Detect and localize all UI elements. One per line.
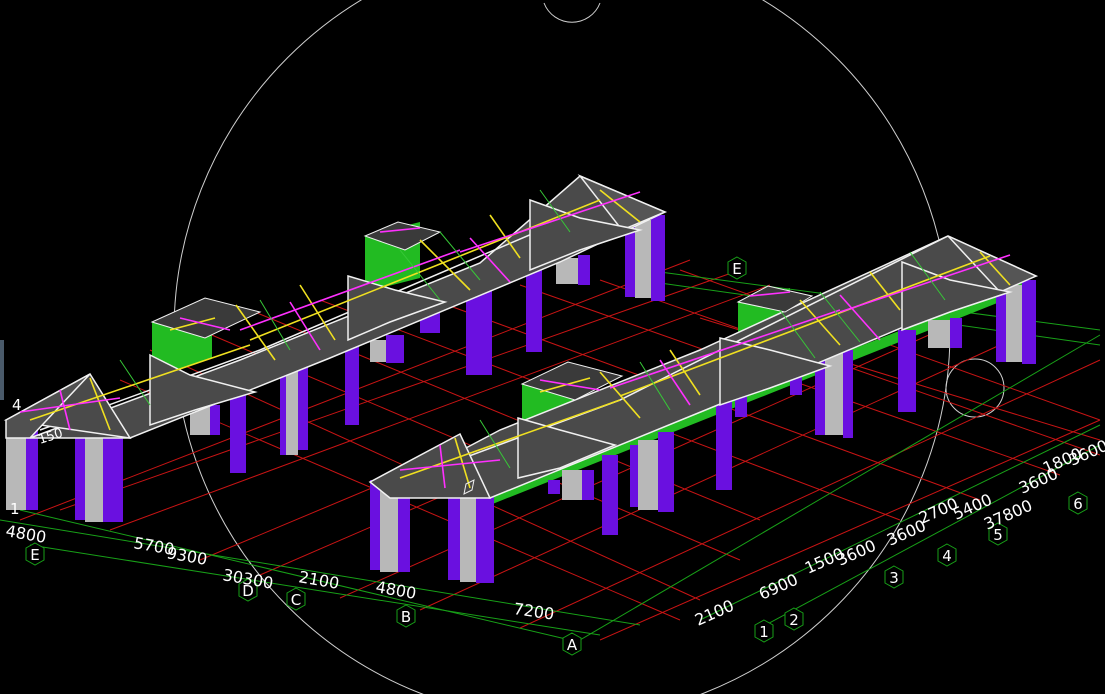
svg-text:A: A — [567, 636, 578, 654]
dim-2100-left: 2100 — [297, 567, 340, 593]
axis-bubble-3[interactable]: 3 — [884, 565, 904, 589]
svg-text:B: B — [401, 608, 411, 626]
dim-4800-mid: 4800 — [374, 577, 417, 603]
partial-label-1: 1 — [10, 500, 20, 518]
axis-bubble-1[interactable]: 1 — [754, 619, 774, 643]
svg-text:4: 4 — [942, 547, 952, 565]
svg-text:6: 6 — [1073, 495, 1083, 513]
model-canvas[interactable]: E E D C B A 1 2 3 4 5 6 4800 5700 9300 3… — [0, 0, 1105, 694]
axis-bubble-b[interactable]: B — [396, 604, 416, 628]
axis-bubble-a[interactable]: A — [562, 632, 582, 656]
svg-text:C: C — [291, 591, 301, 609]
axis-bubble-4[interactable]: 4 — [937, 543, 957, 567]
dim-9300: 9300 — [165, 543, 208, 569]
axis-bubble-6[interactable]: 6 — [1068, 491, 1088, 515]
svg-text:3: 3 — [889, 569, 899, 587]
dim-4800-left: 4800 — [4, 521, 47, 547]
dim-3600-d: 3600 — [1066, 436, 1105, 470]
dim-7200: 7200 — [512, 599, 555, 623]
svg-text:E: E — [30, 546, 39, 564]
svg-text:1: 1 — [759, 623, 769, 641]
dim-6900: 6900 — [756, 570, 801, 604]
dim-30300: 30300 — [221, 565, 274, 593]
axis-bubble-e-top[interactable]: E — [727, 256, 747, 280]
3d-model-viewport[interactable]: E E D C B A 1 2 3 4 5 6 4800 5700 9300 3… — [0, 0, 1105, 694]
svg-text:2: 2 — [789, 611, 799, 629]
partial-label-4: 4 — [12, 396, 22, 414]
axis-bubble-c[interactable]: C — [286, 587, 306, 611]
axis-bubble-2[interactable]: 2 — [784, 607, 804, 631]
svg-text:E: E — [732, 260, 741, 278]
dim-2100-right: 2100 — [692, 596, 737, 630]
